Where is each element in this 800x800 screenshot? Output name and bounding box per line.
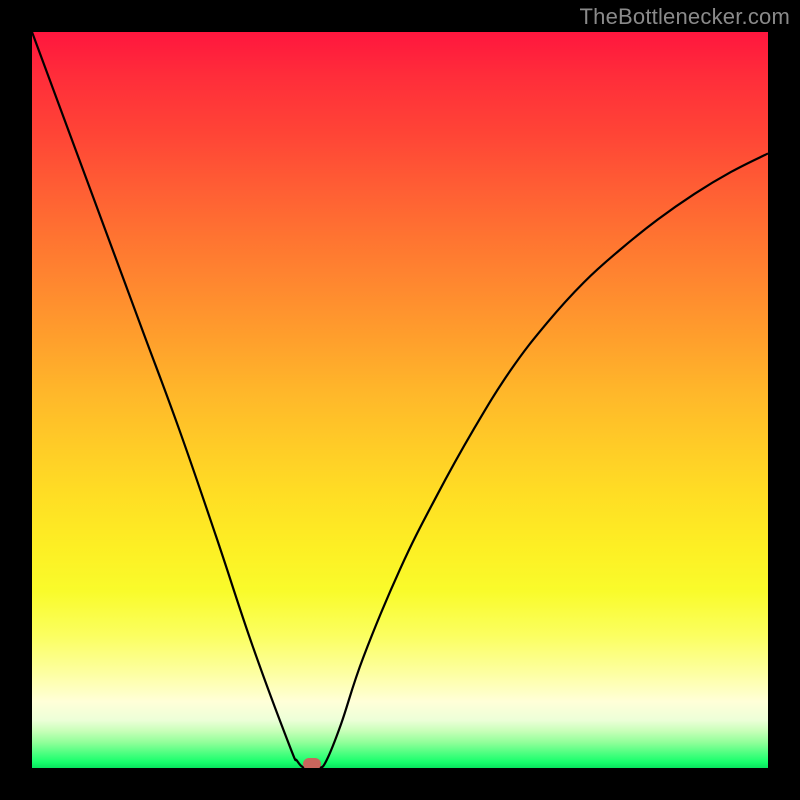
optimal-marker bbox=[303, 758, 321, 768]
watermark-text: TheBottlenecker.com bbox=[580, 4, 790, 30]
chart-frame: TheBottlenecker.com bbox=[0, 0, 800, 800]
bottleneck-curve bbox=[32, 32, 768, 768]
plot-area bbox=[32, 32, 768, 768]
curve-path bbox=[32, 32, 768, 768]
